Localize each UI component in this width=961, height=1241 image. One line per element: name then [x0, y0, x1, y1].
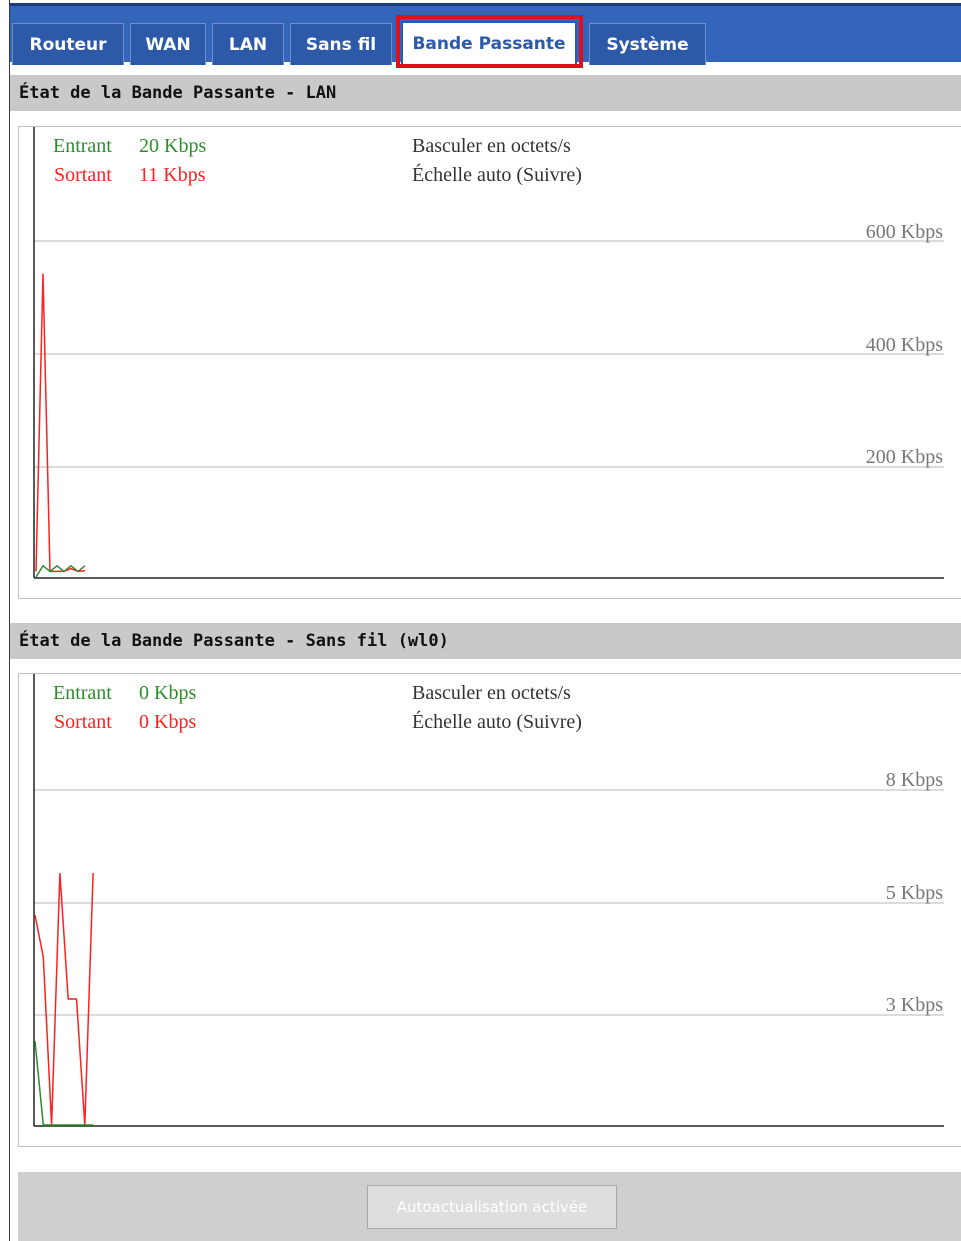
legend-in-value: 20 Kbps	[139, 135, 206, 157]
graph-wireless: Entrant 0 Kbps Sortant 0 Kbps Basculer e…	[33, 674, 944, 1127]
tab-lan[interactable]: LAN	[212, 23, 284, 65]
grid-label: 5 Kbps	[886, 882, 943, 904]
grid-label: 400 Kbps	[866, 334, 943, 356]
tab-wan[interactable]: WAN	[130, 23, 206, 65]
graph-panel-wireless: Entrant 0 Kbps Sortant 0 Kbps Basculer e…	[18, 673, 961, 1147]
section-header-wireless: État de la Bande Passante - Sans fil (wl…	[10, 623, 961, 659]
tab-sans-fil[interactable]: Sans fil	[290, 23, 392, 65]
grid-label: 8 Kbps	[886, 769, 943, 791]
legend-out-label: Sortant	[54, 711, 112, 733]
grid-label: 600 Kbps	[866, 221, 943, 243]
footer-bar: Autoactualisation activée	[18, 1172, 961, 1241]
legend-out-value: 0 Kbps	[139, 711, 196, 733]
tab-systeme[interactable]: Système	[589, 23, 706, 65]
autoscale-link[interactable]: Échelle auto (Suivre)	[412, 163, 582, 186]
series-line-sortant	[35, 273, 86, 573]
legend-out-value: 11 Kbps	[139, 164, 206, 186]
legend-out-label: Sortant	[54, 164, 112, 186]
toggle-bytes-link[interactable]: Basculer en octets/s	[412, 135, 571, 157]
graph-panel-lan: Entrant 20 Kbps Sortant 11 Kbps Basculer…	[18, 126, 961, 599]
legend-in-label: Entrant	[53, 135, 112, 157]
legend-in-value: 0 Kbps	[139, 682, 196, 704]
tab-routeur[interactable]: Routeur	[12, 23, 124, 65]
tab-bande-passante[interactable]: Bande Passante	[401, 21, 577, 67]
grid-label: 200 Kbps	[866, 446, 943, 468]
toggle-bytes-link[interactable]: Basculer en octets/s	[412, 682, 571, 704]
auto-refresh-button[interactable]: Autoactualisation activée	[367, 1185, 617, 1229]
graph-lan: Entrant 20 Kbps Sortant 11 Kbps Basculer…	[33, 127, 944, 579]
section-header-lan: État de la Bande Passante - LAN	[10, 75, 961, 111]
autoscale-link[interactable]: Échelle auto (Suivre)	[412, 710, 582, 733]
grid-label: 3 Kbps	[886, 994, 943, 1016]
series-line-sortant	[34, 872, 94, 1126]
tab-bar: Routeur WAN LAN Sans fil Bande Passante …	[10, 3, 961, 67]
legend-in-label: Entrant	[53, 682, 112, 704]
